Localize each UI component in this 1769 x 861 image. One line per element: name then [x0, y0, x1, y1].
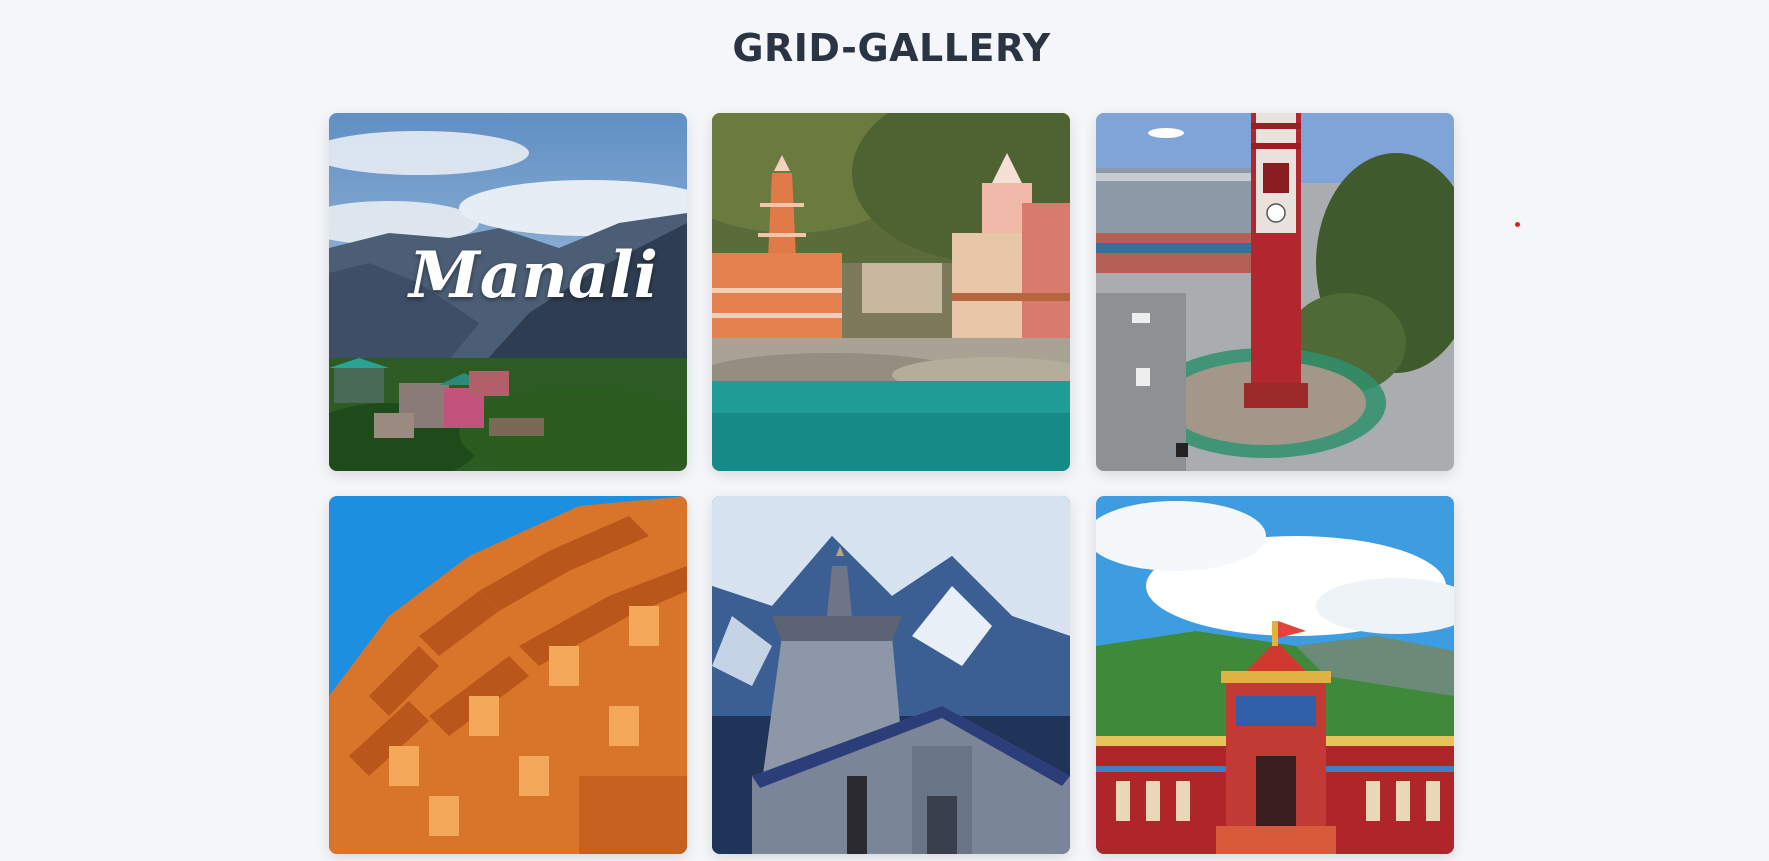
gallery-image-river-temples[interactable]	[712, 113, 1070, 471]
painted-temple-photo	[1096, 496, 1454, 854]
clock-tower-photo	[1096, 113, 1454, 471]
mountain-temple-photo	[712, 496, 1070, 854]
page-title: GRID-GALLERY	[732, 26, 1051, 70]
gallery-image-manali[interactable]: Manali	[329, 113, 687, 471]
gallery-image-palace-facade[interactable]	[329, 496, 687, 854]
gallery-image-mountain-temple[interactable]	[712, 496, 1070, 854]
marker-dot	[1515, 222, 1520, 227]
grid-gallery: Manali	[329, 113, 1455, 855]
tile-overlay-text: Manali	[409, 238, 658, 313]
gallery-image-painted-temple[interactable]	[1096, 496, 1454, 854]
gallery-image-clock-tower[interactable]	[1096, 113, 1454, 471]
palace-facade-photo	[329, 496, 687, 854]
river-temples-photo	[712, 113, 1070, 471]
